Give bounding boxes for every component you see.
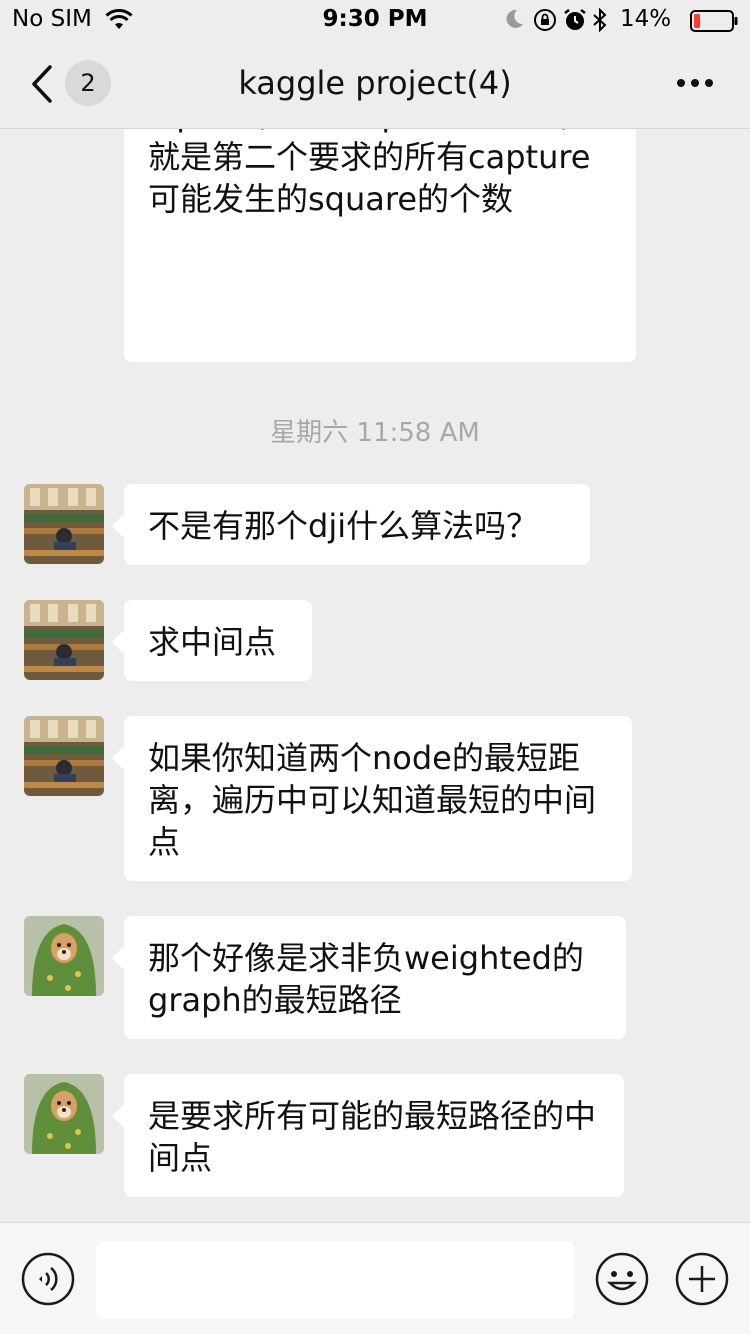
battery-icon xyxy=(690,10,738,32)
dog-avatar[interactable] xyxy=(24,1074,104,1154)
message-bubble[interactable]: 不是有那个dji什么算法吗？ xyxy=(112,484,590,565)
library-avatar[interactable] xyxy=(24,716,104,796)
plus-icon[interactable] xyxy=(674,1251,730,1307)
alarm-icon xyxy=(564,9,586,30)
nav-bar: 2 kaggle project(4) xyxy=(0,40,750,129)
message-bubble[interactable]: 那个好像是求非负weighted的graph的最短路径 xyxy=(112,916,626,1039)
library-avatar[interactable] xyxy=(24,600,104,680)
message-bubble[interactable]: 是要求所有可能的最短路径的中间点 xyxy=(112,1074,624,1197)
timestamp: 星期六 11:58 AM xyxy=(270,418,480,448)
moon-icon xyxy=(506,9,523,28)
message-text: 那个好像是求非负weighted的graph的最短路径 xyxy=(148,939,584,1019)
message-text: 不是有那个dji什么算法吗？ xyxy=(148,507,539,545)
chat-title: kaggle project(4) xyxy=(238,64,512,102)
orientation-lock-icon xyxy=(534,9,556,31)
library-avatar[interactable] xyxy=(24,484,104,564)
dog-avatar[interactable] xyxy=(24,916,104,996)
message-text: 求中间点 xyxy=(148,623,277,661)
bluetooth-icon xyxy=(593,8,607,32)
voice-icon[interactable] xyxy=(20,1251,76,1307)
message-list[interactable]: 离，找到所有最短路径的中间的square，这些square的个数，就是第二个要求… xyxy=(0,40,750,1222)
message-text: 如果你知道两个node的最短距离，遍历中可以知道最短的中间点 xyxy=(148,739,597,861)
emoji-icon[interactable] xyxy=(594,1251,650,1307)
input-bar xyxy=(0,1222,750,1334)
battery-percent: 14% xyxy=(620,6,672,32)
status-bar: No SIM 9:30 PM 14% xyxy=(0,0,750,40)
message-input[interactable] xyxy=(96,1241,574,1319)
chat-screen: No SIM 9:30 PM 14% 就是第二个要求的所有capture可能发生… xyxy=(0,0,750,1334)
message-bubble[interactable]: 求中间点 xyxy=(112,600,312,681)
more-dots-icon[interactable] xyxy=(676,78,714,88)
message-text: 是要求所有可能的最短路径的中间点 xyxy=(148,1097,597,1177)
message-bubble[interactable]: 如果你知道两个node的最短距离，遍历中可以知道最短的中间点 xyxy=(112,716,632,881)
